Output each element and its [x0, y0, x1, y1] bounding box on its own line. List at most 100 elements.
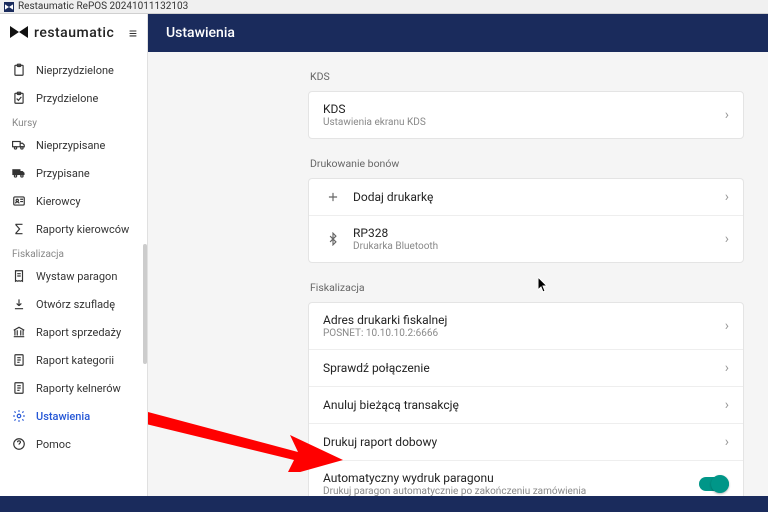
badge-icon: [12, 194, 26, 208]
sidebar-collapse-button[interactable]: ≡: [129, 25, 137, 42]
main: Ustawienia KDSKDSUstawienia ekranu KDS›D…: [148, 14, 768, 496]
assignment-check-icon: [12, 91, 26, 105]
receipt-icon: [12, 269, 26, 283]
topbar: Ustawienia: [148, 14, 768, 52]
row-title: Adres drukarki fiskalnej: [323, 313, 717, 327]
sidebar-item-label: Raport sprzedaży: [36, 326, 121, 339]
row-body: Drukuj raport dobowy: [323, 435, 717, 449]
sidebar-item-label: Raporty kelnerów: [36, 382, 121, 395]
row-body: Anuluj bieżącą transakcję: [323, 398, 717, 412]
row-title: Anuluj bieżącą transakcję: [323, 398, 717, 412]
row-title: RP328: [353, 226, 717, 240]
sidebar-item-przypisane[interactable]: Przypisane: [0, 159, 147, 187]
group-label: Fiskalizacja: [310, 281, 744, 294]
sidebar-item-label: Ustawienia: [36, 410, 90, 423]
sidebar-item-label: Nieprzydzielone: [36, 64, 114, 77]
sidebar-item-label: Wystaw paragon: [36, 270, 117, 283]
sidebar-section-label: Kursy: [0, 112, 147, 131]
settings-row-kds[interactable]: KDSUstawienia ekranu KDS ›: [309, 92, 743, 138]
row-body: KDSUstawienia ekranu KDS: [323, 102, 717, 128]
sidebar-item-raport-sprzedaży[interactable]: Raport sprzedaży: [0, 318, 147, 346]
row-body: Dodaj drukarkę: [353, 190, 717, 204]
truck-out-icon: [12, 138, 26, 152]
sidebar-item-raporty-kelnerów[interactable]: Raporty kelnerów: [0, 374, 147, 402]
row-body: Sprawdź połączenie: [323, 361, 717, 375]
settings-row-drukuj-raport-dobowy[interactable]: Drukuj raport dobowy ›: [309, 423, 743, 460]
sidebar-item-kierowcy[interactable]: Kierowcy: [0, 187, 147, 215]
row-title: Sprawdź połączenie: [323, 361, 717, 375]
sigma-icon: [12, 222, 26, 236]
row-body: Adres drukarki fiskalnejPOSNET: 10.10.10…: [323, 313, 717, 339]
row-title: Drukuj raport dobowy: [323, 435, 717, 449]
row-title: Dodaj drukarkę: [353, 190, 717, 204]
row-body: Automatyczny wydruk paragonuDrukuj parag…: [323, 471, 691, 496]
settings-row-adres-drukarki-fiskalnej[interactable]: Adres drukarki fiskalnejPOSNET: 10.10.10…: [309, 303, 743, 349]
assignment-icon: [12, 63, 26, 77]
chevron-right-icon: ›: [725, 231, 729, 247]
settings-row-anuluj-bieżącą-transakcję[interactable]: Anuluj bieżącą transakcję ›: [309, 386, 743, 423]
group-label: Drukowanie bonów: [310, 157, 744, 170]
settings-row-rp328[interactable]: RP328Drukarka Bluetooth ›: [309, 215, 743, 262]
settings-row-dodaj-drukarkę[interactable]: Dodaj drukarkę ›: [309, 179, 743, 215]
chevron-right-icon: ›: [725, 397, 729, 413]
app-icon: [4, 2, 14, 12]
chevron-right-icon: ›: [725, 318, 729, 334]
chevron-right-icon: ›: [725, 360, 729, 376]
row-title: Automatyczny wydruk paragonu: [323, 471, 691, 485]
sidebar-item-wystaw-paragon[interactable]: Wystaw paragon: [0, 262, 147, 290]
bluetooth-icon: [323, 232, 343, 246]
toggle-switch[interactable]: [699, 477, 729, 491]
settings-card: Dodaj drukarkę › RP328Drukarka Bluetooth ›: [308, 178, 744, 263]
bank-icon: [12, 325, 26, 339]
sidebar-item-pomoc[interactable]: Pomoc: [0, 430, 147, 458]
sidebar-item-przydzielone[interactable]: Przydzielone: [0, 84, 147, 112]
settings-row-sprawdź-połączenie[interactable]: Sprawdź połączenie ›: [309, 349, 743, 386]
sidebar-item-ustawienia[interactable]: Ustawienia: [0, 402, 147, 430]
sidebar-item-label: Kierowcy: [36, 195, 81, 208]
sidebar-nav[interactable]: Nieprzydzielone Przydzielone Kursy Nieprzyp…: [0, 52, 147, 496]
download-icon: [12, 297, 26, 311]
truck-icon: [12, 166, 26, 180]
chevron-right-icon: ›: [725, 189, 729, 205]
row-body: RP328Drukarka Bluetooth: [353, 226, 717, 252]
chevron-right-icon: ›: [725, 434, 729, 450]
window-title: Restaumatic RePOS 20241011132103: [18, 1, 188, 12]
brand-logo-icon: [10, 24, 28, 43]
sidebar-item-nieprzypisane[interactable]: Nieprzypisane: [0, 131, 147, 159]
settings-card: KDSUstawienia ekranu KDS ›: [308, 91, 744, 139]
brand: restaumatic ≡: [0, 14, 147, 52]
row-title: KDS: [323, 102, 717, 116]
brand-name: restaumatic: [34, 25, 114, 41]
sidebar-item-label: Pomoc: [36, 438, 71, 451]
row-subtitle: POSNET: 10.10.10.2:6666: [323, 328, 717, 339]
sidebar-item-raport-kategorii[interactable]: Raport kategorii: [0, 346, 147, 374]
doc-icon: [12, 353, 26, 367]
sidebar-item-raporty-kierowców[interactable]: Raporty kierowców: [0, 215, 147, 243]
settings-card: Adres drukarki fiskalnejPOSNET: 10.10.10…: [308, 302, 744, 496]
plus-icon: [323, 190, 343, 204]
content-area[interactable]: KDSKDSUstawienia ekranu KDS›Drukowanie b…: [148, 52, 768, 496]
sidebar-item-label: Raporty kierowców: [36, 223, 129, 236]
window-titlebar: Restaumatic RePOS 20241011132103: [0, 0, 768, 14]
help-icon: [12, 437, 26, 451]
sidebar-item-label: Otwórz szufladę: [36, 298, 115, 311]
row-subtitle: Ustawienia ekranu KDS: [323, 117, 717, 128]
sidebar-item-label: Przydzielone: [36, 92, 98, 105]
sidebar-item-label: Nieprzypisane: [36, 139, 105, 152]
bottom-band: [0, 496, 768, 512]
chevron-right-icon: ›: [725, 107, 729, 123]
doc-icon: [12, 381, 26, 395]
page-title: Ustawienia: [166, 25, 235, 41]
row-subtitle: Drukuj paragon automatycznie po zakończe…: [323, 486, 691, 496]
sidebar-item-label: Przypisane: [36, 167, 90, 180]
gear-icon: [12, 409, 26, 423]
row-subtitle: Drukarka Bluetooth: [353, 241, 717, 252]
scrollbar-thumb[interactable]: [143, 244, 147, 364]
group-label: KDS: [310, 70, 744, 83]
sidebar: restaumatic ≡ Nieprzydzielone Przydzielon…: [0, 14, 148, 496]
sidebar-item-otwórz-szufladę[interactable]: Otwórz szufladę: [0, 290, 147, 318]
sidebar-item-nieprzydzielone[interactable]: Nieprzydzielone: [0, 56, 147, 84]
settings-row-automatyczny-wydruk-paragonu[interactable]: Automatyczny wydruk paragonuDrukuj parag…: [309, 460, 743, 496]
sidebar-section-label: Fiskalizacja: [0, 243, 147, 262]
sidebar-item-label: Raport kategorii: [36, 354, 114, 367]
